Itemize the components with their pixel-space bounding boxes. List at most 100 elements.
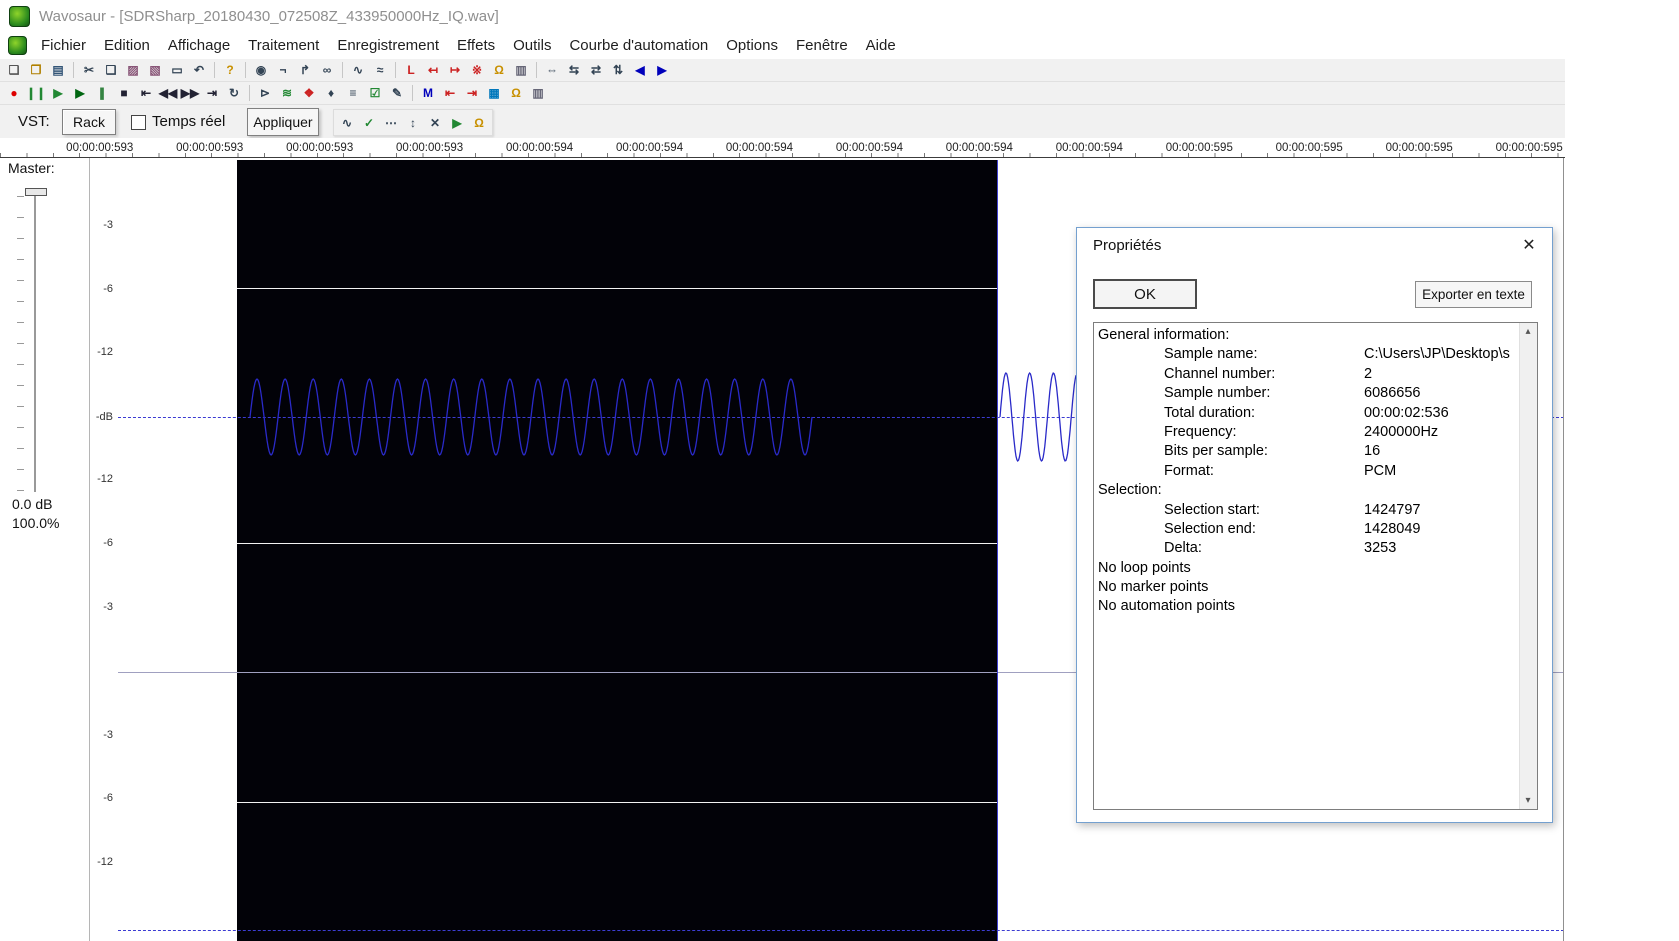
menu-aide[interactable]: Aide [857, 34, 905, 57]
zoom-vertical-icon[interactable]: ⇅ [607, 60, 629, 81]
menu-fenetre[interactable]: Fenêtre [787, 34, 857, 57]
lock-icon[interactable]: Ω [505, 83, 527, 104]
marker-right-icon[interactable]: ↦ [444, 60, 466, 81]
colors-icon[interactable]: ▦ [483, 83, 505, 104]
wave-select-icon[interactable]: ∿ [347, 60, 369, 81]
vst-wave-icon[interactable]: ∿ [336, 112, 358, 133]
eq-icon[interactable]: ≡ [342, 83, 364, 104]
in-point-icon[interactable]: ⇤ [439, 83, 461, 104]
scroll-down-icon[interactable]: ▾ [1520, 792, 1536, 809]
menu-options[interactable]: Options [717, 34, 787, 57]
forward-icon[interactable]: ▶▶ [179, 83, 201, 104]
document-icon[interactable] [8, 36, 27, 55]
play-icon[interactable]: ▶ [69, 83, 91, 104]
vst-updown-icon[interactable]: ↕ [402, 112, 424, 133]
vst-dots-icon[interactable]: ⋯ [380, 112, 402, 133]
zoom-selection-icon[interactable]: ⇔ [541, 60, 563, 81]
vst-check-icon[interactable]: ✓ [358, 112, 380, 133]
master-fader-track[interactable] [34, 194, 36, 492]
draw-icon[interactable]: ✎ [386, 83, 408, 104]
menu-bar: Fichier Edition Affichage Traitement Enr… [0, 32, 1565, 59]
undo-icon[interactable]: ↶ [188, 60, 210, 81]
zoom-out-icon[interactable]: ⇄ [585, 60, 607, 81]
out-point-icon[interactable]: ⇥ [461, 83, 483, 104]
vst-lock-icon[interactable]: Ω [468, 112, 490, 133]
copy-icon[interactable]: ❑ [100, 60, 122, 81]
dialog-scrollbar[interactable]: ▴ ▾ [1519, 323, 1537, 809]
trim-icon[interactable]: ▭ [166, 60, 188, 81]
go-start-icon[interactable]: ⇤ [135, 83, 157, 104]
timeline-ruler[interactable]: 00:00:00:593 00:00:00:593 00:00:00:593 0… [0, 138, 1565, 158]
amplitude-scale: -3 -6 -12 -dB -12 -6 -3 -3 -6 -12 [90, 158, 118, 941]
filter-icon[interactable]: ♦ [320, 83, 342, 104]
lock-markers-icon[interactable]: Ω [488, 60, 510, 81]
prev-view-icon[interactable]: ◀ [629, 60, 651, 81]
close-icon[interactable]: ✕ [1516, 233, 1542, 257]
db-scale-label: -6 [103, 792, 113, 804]
midi-icon[interactable]: M [417, 83, 439, 104]
wave-zoom-icon[interactable]: ≈ [369, 60, 391, 81]
spectrum-icon[interactable]: ≋ [276, 83, 298, 104]
trash-icon[interactable]: ▥ [527, 83, 549, 104]
dialog-title: Propriétés [1093, 237, 1162, 254]
new-file-icon[interactable]: ❏ [3, 60, 25, 81]
prop-selection-start: Selection start: 1424797 [1094, 502, 1520, 521]
menu-enregistrement[interactable]: Enregistrement [328, 34, 448, 57]
help-icon[interactable]: ? [219, 60, 241, 81]
prop-selection-end: Selection end: 1428049 [1094, 521, 1520, 540]
next-view-icon[interactable]: ▶ [651, 60, 673, 81]
realtime-checkbox-label[interactable]: Temps réel [152, 113, 225, 130]
marker-grid-icon[interactable]: ※ [466, 60, 488, 81]
ok-button[interactable]: OK [1093, 279, 1197, 309]
pan-icon[interactable]: ¬ [272, 60, 294, 81]
batch-icon[interactable]: ☑ [364, 83, 386, 104]
paste-mix-icon[interactable]: ▧ [144, 60, 166, 81]
save-file-icon[interactable]: ▤ [47, 60, 69, 81]
route-icon[interactable]: ↱ [294, 60, 316, 81]
stats-icon[interactable]: ❖ [298, 83, 320, 104]
paste-icon[interactable]: ▨ [122, 60, 144, 81]
rewind-icon[interactable]: ◀◀ [157, 83, 179, 104]
master-fader-handle[interactable] [25, 188, 47, 196]
menu-affichage[interactable]: Affichage [159, 34, 239, 57]
menu-courbe-automation[interactable]: Courbe d'automation [560, 34, 717, 57]
cut-icon[interactable]: ✂ [78, 60, 100, 81]
vst-close-icon[interactable]: ✕ [424, 112, 446, 133]
open-file-icon[interactable]: ❐ [25, 60, 47, 81]
property-label: Sample number: [1164, 385, 1271, 402]
prop-frequency: Frequency: 2400000Hz [1094, 424, 1520, 443]
delete-markers-icon[interactable]: ▥ [510, 60, 532, 81]
zoom-in-icon[interactable]: ⇆ [563, 60, 585, 81]
vst-apply-button[interactable]: Appliquer [247, 108, 319, 136]
vst-bar: VST: Rack Temps réel Appliquer ∿ ✓ ⋯ ↕ ✕… [0, 105, 1565, 139]
menu-traitement[interactable]: Traitement [239, 34, 328, 57]
app-logo-icon [9, 5, 30, 27]
realtime-checkbox[interactable] [131, 115, 146, 130]
pause-icon[interactable]: ❙❙ [25, 83, 47, 104]
play-file-icon[interactable]: ⊳ [254, 83, 276, 104]
menu-effets[interactable]: Effets [448, 34, 504, 57]
loop-icon[interactable]: ↻ [223, 83, 245, 104]
stop-icon[interactable]: ■ [113, 83, 135, 104]
db-scale-label: -6 [103, 283, 113, 295]
menu-fichier[interactable]: Fichier [32, 34, 95, 57]
play-pause-icon[interactable]: ▶ [47, 83, 69, 104]
scroll-up-icon[interactable]: ▴ [1520, 323, 1536, 340]
export-text-button[interactable]: Exporter en texte [1415, 281, 1532, 308]
marker-l-icon[interactable]: L [400, 60, 422, 81]
property-label: Frequency: [1164, 423, 1237, 440]
menu-outils[interactable]: Outils [504, 34, 560, 57]
master-panel: Master: 0.0 dB 100.0% [0, 158, 90, 941]
property-label: General information: [1098, 327, 1230, 343]
record-icon[interactable]: ● [3, 83, 25, 104]
marker-left-icon[interactable]: ↤ [422, 60, 444, 81]
mute-icon[interactable]: ◉ [250, 60, 272, 81]
property-label: Total duration: [1164, 404, 1256, 421]
go-end-icon[interactable]: ⇥ [201, 83, 223, 104]
vst-rack-button[interactable]: Rack [62, 109, 116, 135]
link-icon[interactable]: ∞ [316, 60, 338, 81]
vst-play-icon[interactable]: ▶ [446, 112, 468, 133]
selection-end-cursor[interactable] [997, 160, 998, 941]
menu-edition[interactable]: Edition [95, 34, 159, 57]
pause-alt-icon[interactable]: ∥ [91, 83, 113, 104]
